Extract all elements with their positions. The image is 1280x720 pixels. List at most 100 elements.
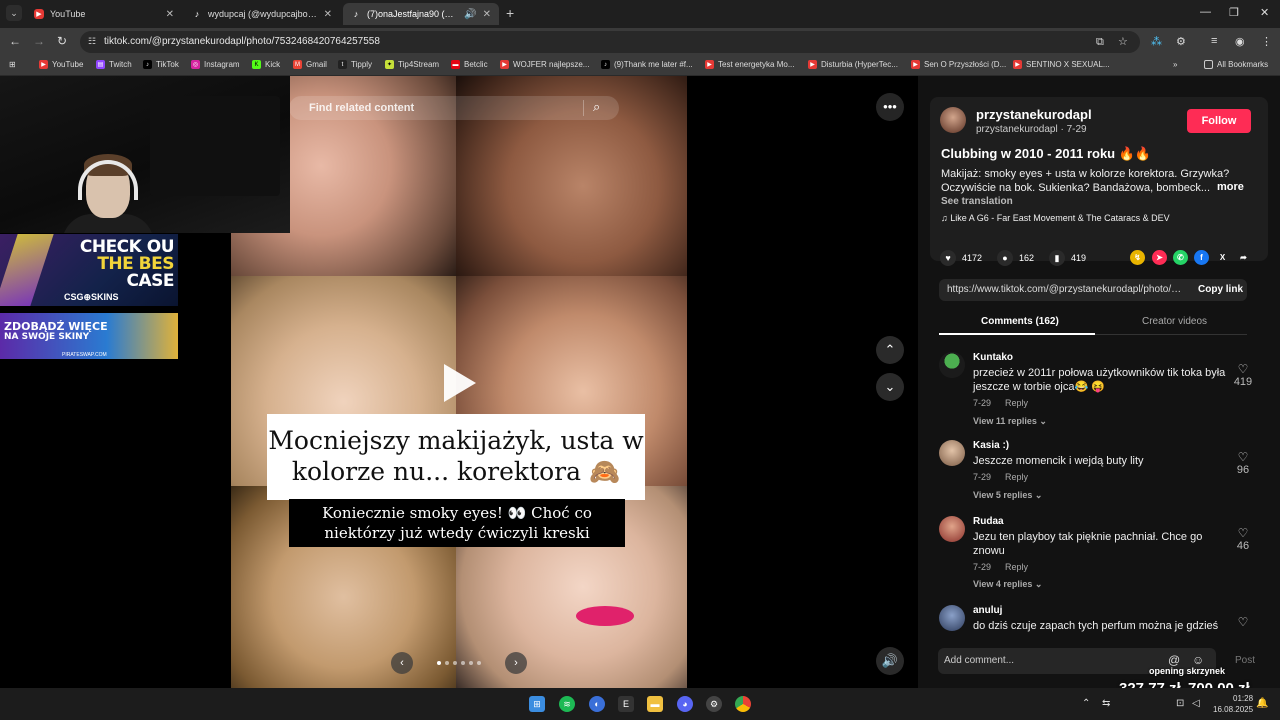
bookmark-thank-me-later[interactable]: ♪ (9)Thank me later #f...	[601, 60, 693, 69]
bookmark-instagram[interactable]: ◎ Instagram	[191, 60, 240, 69]
pager-dot[interactable]	[477, 661, 481, 665]
play-icon[interactable]	[444, 364, 476, 402]
music-link[interactable]: ♫ Like A G6 - Far East Movement & The Ca…	[941, 213, 1170, 223]
like-stat[interactable]: ♥ 4172	[940, 250, 982, 266]
previous-post-button[interactable]: ⌃	[876, 336, 904, 364]
pager-dot[interactable]	[469, 661, 473, 665]
bookmark-wojfer[interactable]: ▶ WOJFER najlepsze...	[500, 60, 589, 69]
bookmark-kick[interactable]: K Kick	[252, 60, 280, 69]
save-stat[interactable]: ▮ 419	[1049, 250, 1086, 266]
browser-tab-tiktok-1[interactable]: ♪ wydupcaj (@wydupcajbonsko) | TikTok ✕	[184, 3, 340, 25]
view-replies-button[interactable]: View 11 replies ⌄	[973, 416, 1047, 427]
volume-icon[interactable]: 🔊	[876, 647, 904, 675]
pager-dot[interactable]	[461, 661, 465, 665]
install-icon[interactable]: ⧉	[1096, 36, 1104, 49]
author-name[interactable]: przystanekurodapl	[976, 107, 1092, 122]
prev-photo-button[interactable]: ‹	[391, 652, 413, 674]
forward-icon[interactable]: →	[33, 34, 45, 48]
pirateswap-ad[interactable]: ZDOBĄDŹ WIĘCE NA SWOJE SKINY PIRATESWAP.…	[0, 313, 178, 359]
csgo-skins-ad[interactable]: CHECK OU THE BES CASE CSG⊕SKINS	[0, 234, 178, 306]
notification-bell-icon[interactable]: 🔔	[1256, 698, 1268, 709]
tab-creator-videos[interactable]: Creator videos	[1142, 316, 1207, 327]
comment-like[interactable]: ♡ 419	[1228, 362, 1258, 388]
embed-icon[interactable]: ↯	[1130, 250, 1145, 265]
follow-button[interactable]: Follow	[1187, 109, 1251, 133]
site-info-icon[interactable]: ☷	[88, 36, 96, 47]
send-to-friends-icon[interactable]: ➤	[1152, 250, 1167, 265]
back-icon[interactable]: ←	[9, 34, 21, 48]
close-icon[interactable]: ✕	[483, 9, 491, 20]
view-replies-button[interactable]: View 4 replies ⌄	[973, 579, 1042, 590]
bookmark-tipply[interactable]: t Tipply	[338, 60, 372, 69]
emoji-icon[interactable]: ☺	[1192, 653, 1204, 667]
comment-like[interactable]: ♡ 46	[1228, 526, 1258, 552]
maximize-icon[interactable]: ❐	[1229, 6, 1239, 19]
browser-tab-youtube[interactable]: ▶ YouTube ✕	[26, 3, 182, 25]
speaker-tray-icon[interactable]: ◁	[1192, 698, 1200, 709]
new-tab-button[interactable]: +	[506, 5, 514, 21]
see-translation-link[interactable]: See translation	[941, 196, 1013, 207]
media-control-icon[interactable]: ≡	[1211, 35, 1217, 47]
commenter-avatar[interactable]	[939, 352, 965, 378]
close-icon[interactable]: ✕	[324, 9, 332, 20]
pager-dot[interactable]	[453, 661, 457, 665]
share-arrow-icon[interactable]: ➦	[1236, 250, 1251, 265]
next-post-button[interactable]: ⌄	[876, 373, 904, 401]
bookmark-tip4stream[interactable]: ✦ Tip4Stream	[385, 60, 439, 69]
network-icon[interactable]: ⊡	[1176, 698, 1184, 709]
tab-search-button[interactable]: ⌄	[6, 5, 22, 21]
more-button[interactable]: more	[1217, 181, 1244, 193]
reply-button[interactable]: Reply	[1005, 562, 1028, 572]
reload-icon[interactable]: ↻	[57, 34, 67, 48]
pager-dot[interactable]	[445, 661, 449, 665]
commenter-name[interactable]: Kuntako	[973, 352, 1013, 363]
next-photo-button[interactable]: ›	[505, 652, 527, 674]
bookmark-betclic[interactable]: ▬ Betclic	[451, 60, 488, 69]
bookmark-twitch[interactable]: ▤ Twitch	[96, 60, 132, 69]
photo-post[interactable]: Find related content ⌕ Mocniejszy makija…	[231, 76, 687, 688]
x-icon[interactable]: X	[1215, 250, 1230, 265]
tab-comments[interactable]: Comments (162)	[981, 316, 1059, 327]
bookmark-disturbia[interactable]: ▶ Disturbia (HyperTec...	[808, 60, 898, 69]
facebook-icon[interactable]: f	[1194, 250, 1209, 265]
author-avatar[interactable]	[940, 107, 966, 133]
commenter-name[interactable]: Kasia :)	[973, 440, 1009, 451]
bookmark-youtube[interactable]: ▶ YouTube	[39, 60, 83, 69]
tray-app-icon[interactable]: ⇆	[1102, 698, 1110, 709]
window-close-icon[interactable]: ✕	[1260, 6, 1269, 19]
reply-button[interactable]: Reply	[1005, 472, 1028, 482]
discord-icon[interactable]: ◕	[677, 696, 693, 712]
commenter-avatar[interactable]	[939, 605, 965, 631]
file-explorer-icon[interactable]: ▬	[647, 696, 663, 712]
system-clock[interactable]: 01:28 16.08.2025	[1213, 693, 1253, 715]
bookmark-test-energetyka[interactable]: ▶ Test energetyka Mo...	[705, 60, 794, 69]
related-search[interactable]: Find related content ⌕	[289, 96, 619, 120]
profile-icon[interactable]: ◉	[1235, 35, 1245, 48]
comment-stat[interactable]: ● 162	[997, 250, 1034, 266]
bookmark-gmail[interactable]: M Gmail	[293, 60, 327, 69]
search-icon[interactable]: ⌕	[593, 99, 600, 115]
spotify-icon[interactable]: ≋	[559, 696, 575, 712]
app-icon[interactable]: ◐	[589, 696, 605, 712]
steam-icon[interactable]: ⚙	[706, 696, 722, 712]
commenter-avatar[interactable]	[939, 440, 965, 466]
address-bar[interactable]: ☷ tiktok.com/@przystanekurodapl/photo/75…	[80, 31, 1140, 53]
comment-like[interactable]: ♡	[1228, 615, 1258, 629]
all-bookmarks[interactable]: All Bookmarks	[1204, 60, 1268, 69]
mention-icon[interactable]: @	[1168, 653, 1180, 667]
bookmark-sen-o-przyszlosci[interactable]: ▶ Sen O Przyszłości (D...	[911, 60, 1006, 69]
pager-dot[interactable]	[437, 661, 441, 665]
speaker-icon[interactable]: 🔊	[464, 9, 476, 20]
commenter-avatar[interactable]	[939, 516, 965, 542]
commenter-name[interactable]: Rudaa	[973, 516, 1004, 527]
menu-kebab-icon[interactable]: ⋮	[1261, 35, 1272, 48]
extension-translate-icon[interactable]: ⁂	[1151, 35, 1162, 48]
browser-tab-tiktok-2[interactable]: ♪ (7)onaJestfajna90 (@sandra 🔊 ✕	[343, 3, 499, 25]
more-options-icon[interactable]: •••	[876, 93, 904, 121]
comment-like[interactable]: ♡ 96	[1228, 450, 1258, 476]
commenter-name[interactable]: anuluj	[973, 605, 1002, 616]
close-icon[interactable]: ✕	[166, 9, 174, 20]
apps-icon[interactable]: ⊞	[9, 60, 16, 69]
chrome-icon[interactable]	[735, 696, 751, 712]
tray-chevron-icon[interactable]: ⌃	[1082, 698, 1090, 709]
